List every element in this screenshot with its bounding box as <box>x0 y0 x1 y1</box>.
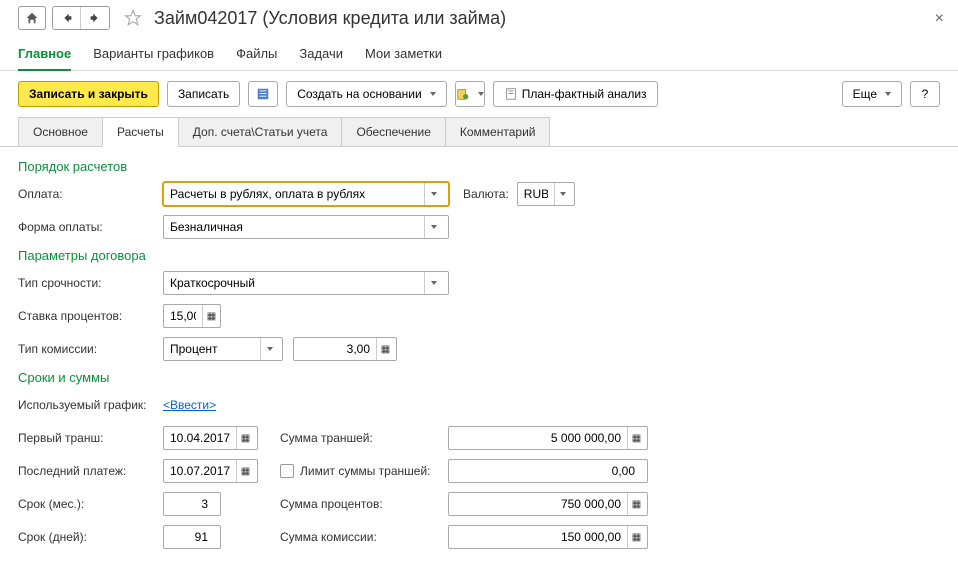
currency-dropdown-btn[interactable] <box>554 183 572 205</box>
term-days-field[interactable] <box>163 525 221 549</box>
close-button[interactable]: × <box>935 10 944 28</box>
commission-type-select[interactable] <box>163 337 283 361</box>
interest-rate-calc-btn[interactable]: ▦ <box>202 305 220 327</box>
section-payment-order: Порядок расчетов <box>18 159 940 174</box>
interest-sum-calc-btn[interactable]: ▦ <box>627 493 645 515</box>
tranche-limit-checkbox[interactable] <box>280 464 294 478</box>
list-icon <box>256 87 270 101</box>
more-button[interactable]: Еще <box>842 81 902 107</box>
sub-tabs: Основное Расчеты Доп. счета\Статьи учета… <box>0 117 958 147</box>
urgency-input[interactable] <box>164 272 424 294</box>
report-icon <box>504 87 518 101</box>
attach-button[interactable] <box>455 81 485 107</box>
section-contract-params: Параметры договора <box>18 248 940 263</box>
used-schedule-link[interactable]: <Ввести> <box>163 398 216 412</box>
payment-dropdown-btn[interactable] <box>424 183 442 205</box>
tranche-sum-calc-btn[interactable]: ▦ <box>627 427 645 449</box>
nav-tab-tasks[interactable]: Задачи <box>299 42 343 70</box>
interest-rate-field[interactable]: ▦ <box>163 304 221 328</box>
attach-icon <box>456 87 470 101</box>
subtab-comment[interactable]: Комментарий <box>445 117 551 146</box>
commission-type-input[interactable] <box>164 338 260 360</box>
label-tranche-limit: Лимит суммы траншей: <box>300 464 431 478</box>
urgency-select[interactable] <box>163 271 449 295</box>
commission-sum-field[interactable]: ▦ <box>448 525 648 549</box>
subtab-main[interactable]: Основное <box>18 117 103 146</box>
payment-select[interactable] <box>163 182 449 206</box>
payment-form-select[interactable] <box>163 215 449 239</box>
tranche-limit-input[interactable] <box>449 460 641 482</box>
subtab-collateral[interactable]: Обеспечение <box>341 117 445 146</box>
label-interest-rate: Ставка процентов: <box>18 309 163 323</box>
create-on-basis-button[interactable]: Создать на основании <box>286 81 447 107</box>
label-payment-form: Форма оплаты: <box>18 220 163 234</box>
nav-tab-variants[interactable]: Варианты графиков <box>93 42 214 70</box>
first-tranche-calendar-btn[interactable]: ▦ <box>236 427 254 449</box>
interest-sum-field[interactable]: ▦ <box>448 492 648 516</box>
last-payment-input[interactable] <box>164 460 236 482</box>
payment-form-input[interactable] <box>164 216 424 238</box>
commission-value-input[interactable] <box>294 338 376 360</box>
label-interest-sum: Сумма процентов: <box>280 497 448 511</box>
commission-sum-calc-btn[interactable]: ▦ <box>627 526 645 548</box>
commission-type-dropdown-btn[interactable] <box>260 338 278 360</box>
payment-form-dropdown-btn[interactable] <box>424 216 442 238</box>
interest-rate-input[interactable] <box>164 305 202 327</box>
currency-input[interactable] <box>518 183 554 205</box>
term-months-input[interactable] <box>164 493 214 515</box>
first-tranche-field[interactable]: ▦ <box>163 426 258 450</box>
label-payment: Оплата: <box>18 187 163 201</box>
term-days-input[interactable] <box>164 526 214 548</box>
currency-select[interactable] <box>517 182 575 206</box>
label-commission-type: Тип комиссии: <box>18 342 163 356</box>
label-first-tranche: Первый транш: <box>18 431 163 445</box>
label-commission-sum: Сумма комиссии: <box>280 530 448 544</box>
commission-sum-input[interactable] <box>449 526 627 548</box>
page-title: Займ042017 (Условия кредита или займа) <box>154 8 506 29</box>
label-last-payment: Последний платеж: <box>18 464 163 478</box>
payment-input[interactable] <box>164 183 424 205</box>
save-button[interactable]: Записать <box>167 81 240 107</box>
label-tranche-sum: Сумма траншей: <box>280 431 448 445</box>
label-currency: Валюта: <box>463 187 509 201</box>
label-term-days: Срок (дней): <box>18 530 163 544</box>
forward-button[interactable] <box>81 7 109 29</box>
tranche-sum-field[interactable]: ▦ <box>448 426 648 450</box>
nav-tab-main[interactable]: Главное <box>18 42 71 71</box>
label-urgency: Тип срочности: <box>18 276 163 290</box>
subtab-calculations[interactable]: Расчеты <box>102 117 179 147</box>
commission-value-field[interactable]: ▦ <box>293 337 397 361</box>
tranche-sum-input[interactable] <box>449 427 627 449</box>
term-months-field[interactable] <box>163 492 221 516</box>
list-button[interactable] <box>248 81 278 107</box>
help-button[interactable]: ? <box>910 81 940 107</box>
nav-tab-files[interactable]: Файлы <box>236 42 277 70</box>
arrow-left-icon <box>60 11 74 25</box>
label-used-schedule: Используемый график: <box>18 398 163 412</box>
favorite-star-icon[interactable] <box>122 7 144 29</box>
urgency-dropdown-btn[interactable] <box>424 272 442 294</box>
back-button[interactable] <box>53 7 81 29</box>
last-payment-calendar-btn[interactable]: ▦ <box>236 460 254 482</box>
save-close-button[interactable]: Записать и закрыть <box>18 81 159 107</box>
first-tranche-input[interactable] <box>164 427 236 449</box>
commission-calc-btn[interactable]: ▦ <box>376 338 394 360</box>
label-term-months: Срок (мес.): <box>18 497 163 511</box>
tranche-limit-field[interactable] <box>448 459 648 483</box>
nav-tab-notes[interactable]: Мои заметки <box>365 42 442 70</box>
arrow-right-icon <box>88 11 102 25</box>
plan-fact-button[interactable]: План-фактный анализ <box>493 81 658 107</box>
home-icon <box>25 11 39 25</box>
home-button[interactable] <box>18 6 46 30</box>
section-terms-amounts: Сроки и суммы <box>18 370 940 385</box>
interest-sum-input[interactable] <box>449 493 627 515</box>
subtab-accounts[interactable]: Доп. счета\Статьи учета <box>178 117 343 146</box>
last-payment-field[interactable]: ▦ <box>163 459 258 483</box>
